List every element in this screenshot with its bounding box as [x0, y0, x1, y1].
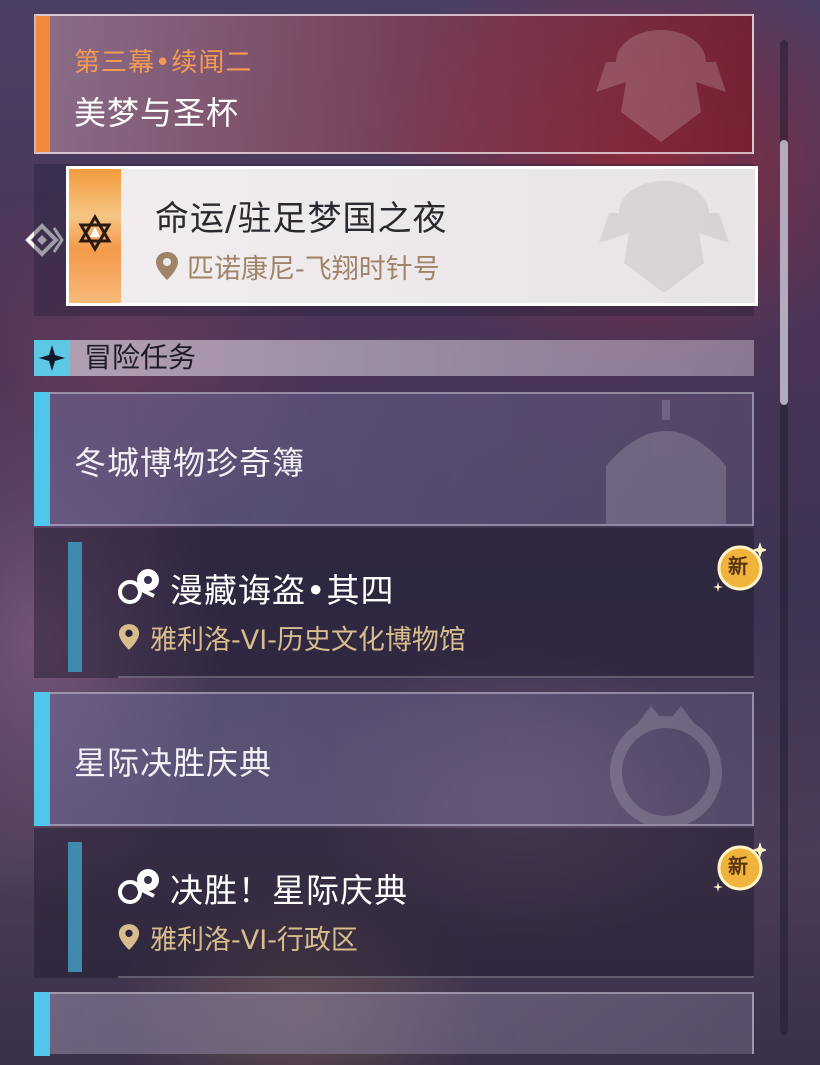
adventure-quest-icon [118, 569, 159, 604]
quest-divider [118, 676, 754, 678]
quest-location: 雅利洛-VI-历史文化博物馆 [150, 625, 466, 656]
current-quest-container: 命运/驻足梦国之夜 匹诺康尼-飞翔时针号 [34, 164, 758, 316]
quest-title: 漫藏诲盗•其四 [170, 571, 395, 610]
sparkle-icon [39, 345, 65, 371]
main-quest-chapter: 第三幕•续闻二 [74, 48, 253, 78]
current-quest-thumbnail [69, 169, 121, 303]
adventure-group-winter-city[interactable]: 冬城博物珍奇簿 [34, 392, 754, 526]
main-quest-title: 美梦与圣杯 [74, 94, 240, 132]
museum-dome-icon [606, 400, 726, 524]
group-accent-bar [34, 692, 50, 826]
group-accent-bar [34, 992, 50, 1056]
new-badge-label: 新 [728, 854, 748, 878]
quest-item-museum[interactable]: 漫藏诲盗•其四 雅利洛-VI-历史文化博物馆 新 [34, 528, 766, 678]
adventure-quest-icon [118, 869, 159, 904]
section-icon-box [34, 340, 70, 376]
group-title: 星际决胜庆典 [74, 744, 273, 782]
trailblaze-emblem-icon [596, 30, 726, 142]
quest-item-celebration[interactable]: 决胜！星际庆典 雅利洛-VI-行政区 新 [34, 828, 766, 978]
group-title: 冬城博物珍奇簿 [74, 444, 306, 482]
current-quest-location: 匹诺康尼-飞翔时针号 [187, 254, 440, 285]
location-pin-icon [156, 252, 178, 280]
main-quest-accent-bar [36, 16, 50, 152]
section-header-adventure: 冒险任务 [34, 340, 754, 376]
quest-list: 第三幕•续闻二 美梦与圣杯 命运/驻足梦国之夜 匹诺康尼-飞翔时针号 冒险任务 … [25, 14, 766, 1056]
new-badge-label: 新 [728, 554, 748, 578]
group-accent-bar [34, 392, 50, 526]
adventure-group-next-partial[interactable] [34, 992, 754, 1056]
scrollbar-thumb[interactable] [780, 140, 788, 405]
adventure-group-interstellar[interactable]: 星际决胜庆典 [34, 692, 754, 826]
crown-medal-icon [610, 706, 722, 824]
quest-divider [118, 976, 754, 978]
section-label: 冒险任务 [84, 341, 197, 374]
quest-title: 决胜！星际庆典 [170, 871, 408, 910]
main-quest-header[interactable]: 第三幕•续闻二 美梦与圣杯 [34, 14, 754, 154]
quest-accent-bar [68, 542, 82, 672]
trailblaze-watermark-icon [599, 181, 729, 293]
quest-accent-bar [68, 842, 82, 972]
star-triangle-icon [78, 214, 112, 252]
current-quest-card[interactable]: 命运/驻足梦国之夜 匹诺康尼-飞翔时针号 [66, 166, 758, 306]
location-pin-icon [118, 624, 140, 650]
location-pin-icon [118, 924, 140, 950]
current-quest-title: 命运/驻足梦国之夜 [155, 199, 448, 239]
quest-location: 雅利洛-VI-行政区 [150, 925, 358, 956]
